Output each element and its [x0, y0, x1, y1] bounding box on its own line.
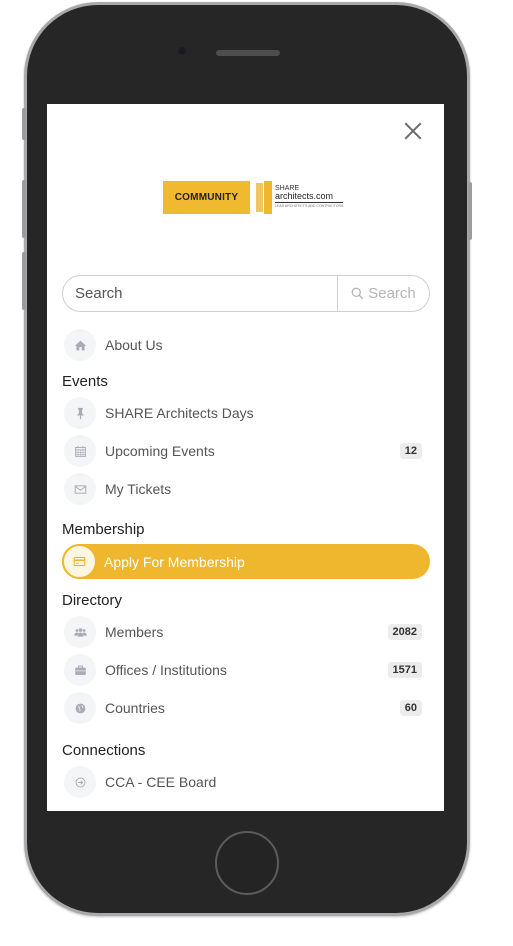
count-badge: 1571	[387, 662, 422, 678]
globe-icon	[64, 692, 96, 724]
search-input[interactable]	[63, 276, 337, 311]
logo-line-2: architects.com	[275, 192, 344, 204]
arrow-circle-icon	[64, 766, 96, 798]
earpiece-speaker	[216, 50, 280, 56]
volume-down-button	[22, 252, 26, 310]
menu-item-about-us[interactable]: About Us	[62, 326, 430, 364]
menu-item-countries[interactable]: Countries 60	[62, 689, 430, 727]
home-icon	[64, 329, 96, 361]
logo-wordmark: SHARE architects.com LEAD ARCHITECTS AND…	[275, 185, 344, 209]
search-button[interactable]: Search	[337, 276, 429, 311]
site-logo[interactable]: COMMUNITY SHARE architects.com LEAD ARCH…	[163, 180, 344, 214]
credit-card-icon	[62, 544, 97, 579]
search-bar: Search	[62, 275, 430, 312]
count-badge: 60	[399, 700, 422, 716]
mute-switch	[22, 108, 26, 140]
menu-item-label: SHARE Architects Days	[105, 405, 254, 421]
section-title-events: Events	[62, 373, 108, 390]
section-title-connections: Connections	[62, 742, 146, 759]
menu-item-label: Upcoming Events	[105, 443, 215, 459]
menu-item-members[interactable]: Members 2082	[62, 613, 430, 651]
count-badge: 12	[399, 443, 422, 459]
search-button-label: Search	[368, 285, 416, 302]
home-button[interactable]	[215, 831, 279, 895]
logo-mark-icon	[256, 180, 272, 214]
menu-item-label: My Tickets	[105, 481, 172, 497]
menu-item-offices-institutions[interactable]: Offices / Institutions 1571	[62, 651, 430, 689]
side-menu-screen: COMMUNITY SHARE architects.com LEAD ARCH…	[47, 104, 444, 811]
close-icon[interactable]	[401, 119, 425, 143]
section-title-membership: Membership	[62, 521, 145, 538]
volume-up-button	[22, 180, 26, 238]
briefcase-icon	[64, 654, 96, 686]
menu-item-cca-cee-board[interactable]: CCA - CEE Board	[62, 763, 430, 801]
menu-item-upcoming-events[interactable]: Upcoming Events 12	[62, 432, 430, 470]
users-icon	[64, 616, 96, 648]
menu-item-label: About Us	[105, 337, 163, 353]
search-icon	[351, 287, 364, 300]
menu-item-share-architects-days[interactable]: SHARE Architects Days	[62, 394, 430, 432]
calendar-icon	[64, 435, 96, 467]
logo-community-block: COMMUNITY	[163, 180, 250, 214]
menu-item-label: Members	[105, 624, 164, 640]
section-title-directory: Directory	[62, 592, 123, 609]
menu-item-my-tickets[interactable]: My Tickets	[62, 470, 430, 508]
front-camera	[177, 46, 187, 56]
pin-icon	[64, 397, 96, 429]
menu-item-label: CCA - CEE Board	[105, 774, 217, 790]
menu-item-label: Offices / Institutions	[105, 662, 227, 678]
envelope-icon	[64, 473, 96, 505]
power-button	[468, 182, 472, 240]
menu-item-apply-for-membership[interactable]: Apply For Membership	[62, 544, 430, 579]
side-menu: About Us Events SHARE Architects Days Up…	[62, 326, 430, 801]
logo-line-3: LEAD ARCHITECTS AND CONTRACTORS	[275, 204, 344, 209]
count-badge: 2082	[387, 624, 422, 640]
menu-item-label: Apply For Membership	[104, 553, 245, 570]
menu-item-label: Countries	[105, 700, 165, 716]
